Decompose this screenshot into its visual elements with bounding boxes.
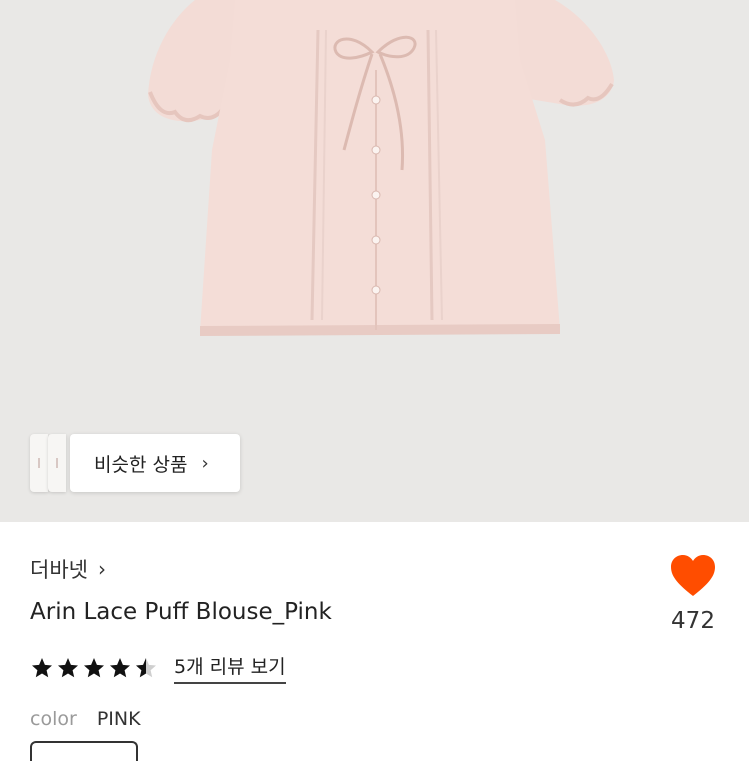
color-row: color PINK [30, 708, 141, 730]
similar-products-button[interactable]: 비슷한 상품 › [70, 434, 240, 492]
similar-thumbnail[interactable] [30, 434, 48, 492]
chevron-right-icon: › [97, 557, 106, 581]
star-icon [32, 658, 52, 678]
similar-products[interactable]: 비슷한 상품 › [30, 434, 240, 492]
similar-thumbnail[interactable] [48, 434, 66, 492]
brand-name: 더바넷 [30, 558, 88, 582]
star-half-icon [136, 658, 156, 678]
product-title: Arin Lace Puff Blouse_Pink [30, 599, 332, 625]
star-icon [58, 658, 78, 678]
like-button[interactable]: 472 [666, 554, 720, 634]
star-rating [30, 656, 160, 680]
color-label: color [30, 708, 77, 730]
rating-row: 5개 리뷰 보기 [30, 652, 286, 684]
star-icon [110, 658, 130, 678]
color-value: PINK [96, 708, 141, 730]
product-image-area[interactable]: 비슷한 상품 › [0, 0, 749, 522]
product-info: 더바넷 › Arin Lace Puff Blouse_Pink 5개 리뷰 보… [0, 522, 749, 761]
heart-icon [671, 555, 715, 596]
reviews-link[interactable]: 5개 리뷰 보기 [174, 652, 286, 684]
similar-products-label: 비슷한 상품 [94, 453, 188, 476]
chevron-right-icon: › [201, 452, 209, 474]
like-count: 472 [671, 608, 715, 634]
color-swatch[interactable] [30, 741, 138, 761]
brand-link[interactable]: 더바넷 › [30, 554, 106, 584]
star-icon [84, 658, 104, 678]
similar-thumbnails[interactable] [30, 434, 70, 492]
